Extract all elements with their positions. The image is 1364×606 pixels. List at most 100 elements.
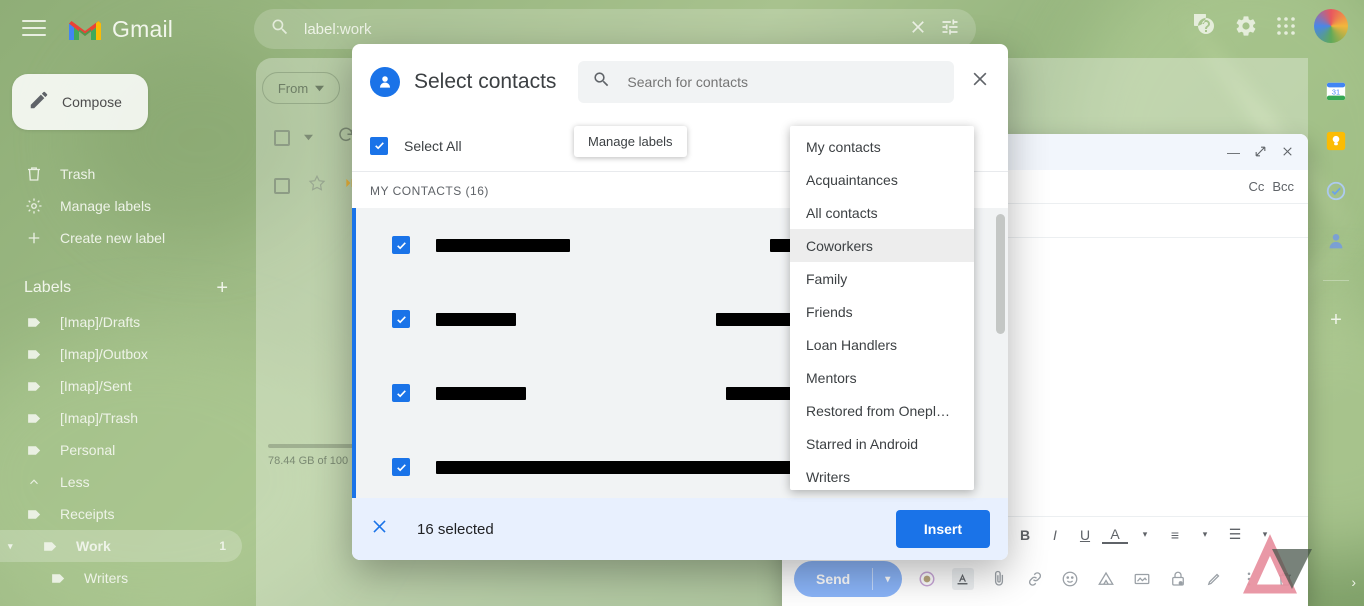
close-icon[interactable] — [1281, 145, 1294, 160]
contact-group-dropdown[interactable]: My contacts Acquaintances All contacts Cowo… — [790, 126, 974, 490]
star-icon[interactable] — [308, 174, 326, 197]
insert-button[interactable]: Insert — [895, 510, 990, 548]
select-all-checkbox[interactable] — [274, 129, 290, 146]
sidebar-item-create-new-label[interactable]: Create new label — [0, 222, 242, 254]
dropdown-item-acquaintances[interactable]: Acquaintances — [790, 163, 974, 196]
sidebar-item-imap-drafts[interactable]: [Imap]/Drafts — [0, 306, 242, 338]
close-icon[interactable] — [370, 517, 389, 542]
more-format-caret[interactable]: ▾ — [1252, 529, 1278, 540]
contact-checkbox[interactable] — [392, 310, 410, 328]
popout-icon[interactable] — [1254, 145, 1267, 160]
sidebar-item-manage-labels[interactable]: Manage labels — [0, 190, 242, 222]
sidebar-item-imap-sent[interactable]: [Imap]/Sent — [0, 370, 242, 402]
contact-checkbox[interactable] — [392, 384, 410, 402]
text-color-caret[interactable]: ▾ — [1132, 529, 1158, 540]
manage-labels-tooltip: Manage labels — [574, 126, 687, 157]
gear-icon[interactable] — [1234, 14, 1258, 38]
text-format-icon[interactable] — [952, 568, 974, 590]
contacts-scrollbar[interactable] — [996, 214, 1005, 334]
search-options-icon[interactable] — [940, 17, 960, 42]
contact-name-redacted — [436, 386, 526, 400]
calendar-icon[interactable]: 31 — [1325, 80, 1347, 102]
dropdown-item-restored-from-onepl[interactable]: Restored from Onepl… — [790, 394, 974, 427]
dropdown-item-starred-in-android[interactable]: Starred in Android — [790, 427, 974, 460]
align-caret[interactable]: ▾ — [1192, 529, 1218, 540]
apps-grid-icon[interactable] — [1274, 14, 1298, 38]
send-button[interactable]: Send ▾ — [794, 561, 903, 597]
minimize-icon[interactable]: — — [1227, 146, 1240, 159]
sidebar-item-trash[interactable]: Trash — [0, 158, 242, 190]
formatting-options-icon[interactable] — [916, 568, 938, 590]
dropdown-item-family[interactable]: Family — [790, 262, 974, 295]
label-tag-icon — [24, 344, 44, 364]
help-icon[interactable] — [1186, 6, 1218, 38]
plus-icon[interactable]: + — [216, 278, 242, 298]
chevron-right-icon[interactable]: › — [1351, 574, 1356, 590]
person-icon — [370, 67, 400, 97]
sidebar-item-label: [Imap]/Sent — [60, 378, 132, 394]
insert-emoji-icon[interactable] — [1059, 568, 1081, 590]
search-bar[interactable] — [254, 9, 976, 49]
compose-button[interactable]: Compose — [12, 74, 148, 130]
bold-button[interactable]: B — [1012, 527, 1038, 543]
hamburger-icon[interactable] — [22, 20, 46, 38]
confidential-mode-icon[interactable] — [1167, 568, 1189, 590]
plus-icon[interactable]: + — [1330, 309, 1342, 332]
row-checkbox[interactable] — [274, 177, 290, 194]
gmail-m-icon — [68, 16, 102, 42]
tasks-icon[interactable] — [1325, 180, 1347, 202]
insert-drive-icon[interactable] — [1095, 568, 1117, 590]
bcc-button[interactable]: Bcc — [1272, 179, 1294, 194]
chevron-down-icon[interactable]: ▾ — [873, 574, 902, 585]
close-icon[interactable] — [908, 17, 928, 42]
sidebar-item-writers[interactable]: Writers — [0, 562, 242, 594]
dropdown-item-friends[interactable]: Friends — [790, 295, 974, 328]
gmail-logo[interactable]: Gmail — [68, 16, 173, 43]
contacts-search-input[interactable] — [627, 74, 940, 90]
cc-button[interactable]: Cc — [1248, 179, 1264, 194]
sidebar-item-imap-trash[interactable]: [Imap]/Trash — [0, 402, 242, 434]
sidebar-item-imap-outbox[interactable]: [Imap]/Outbox — [0, 338, 242, 370]
contact-checkbox[interactable] — [392, 458, 410, 476]
insert-photo-icon[interactable] — [1131, 568, 1153, 590]
label-tag-icon — [24, 504, 44, 524]
numbered-list-button[interactable]: ☰ — [1222, 526, 1248, 543]
dropdown-item-writers[interactable]: Writers — [790, 460, 974, 490]
more-options-icon[interactable] — [1238, 568, 1260, 590]
plus-icon — [24, 228, 44, 248]
label-tag-icon — [24, 312, 44, 332]
sidebar-item-work[interactable]: ▾ Work 1 — [0, 530, 242, 562]
gear-icon — [24, 196, 44, 216]
chevron-down-icon[interactable]: ▾ — [8, 541, 20, 552]
sidebar-item-personal[interactable]: Personal — [0, 434, 242, 466]
contacts-search-box[interactable] — [578, 61, 954, 103]
text-color-button[interactable]: A — [1102, 526, 1128, 544]
attach-file-icon[interactable] — [988, 568, 1010, 590]
labels-header: Labels + — [24, 278, 242, 298]
from-filter-chip[interactable]: From — [262, 72, 340, 104]
underline-button[interactable]: U — [1072, 527, 1098, 543]
select-all-checkbox[interactable] — [370, 136, 388, 155]
search-input[interactable] — [304, 20, 908, 38]
dropdown-item-my-contacts[interactable]: My contacts — [790, 130, 974, 163]
avatar[interactable] — [1314, 9, 1348, 43]
dropdown-item-mentors[interactable]: Mentors — [790, 361, 974, 394]
trash-icon[interactable] — [1274, 568, 1296, 590]
insert-signature-icon[interactable] — [1203, 568, 1225, 590]
sidebar-item-receipts[interactable]: Receipts — [0, 498, 242, 530]
sidebar-item-label: [Imap]/Drafts — [60, 314, 141, 330]
mail-row[interactable] — [274, 174, 358, 197]
align-button[interactable]: ≡ — [1162, 527, 1188, 543]
dropdown-item-coworkers[interactable]: Coworkers — [790, 229, 974, 262]
search-icon — [270, 17, 290, 42]
keep-icon[interactable] — [1325, 130, 1347, 152]
insert-link-icon[interactable] — [1024, 568, 1046, 590]
dropdown-item-all-contacts[interactable]: All contacts — [790, 196, 974, 229]
contacts-icon[interactable] — [1325, 230, 1347, 252]
close-icon[interactable] — [970, 69, 990, 95]
italic-button[interactable]: I — [1042, 527, 1068, 543]
chevron-down-icon[interactable] — [304, 129, 313, 147]
contact-checkbox[interactable] — [392, 236, 410, 254]
dropdown-item-loan-handlers[interactable]: Loan Handlers — [790, 328, 974, 361]
sidebar-item-less[interactable]: Less — [0, 466, 242, 498]
